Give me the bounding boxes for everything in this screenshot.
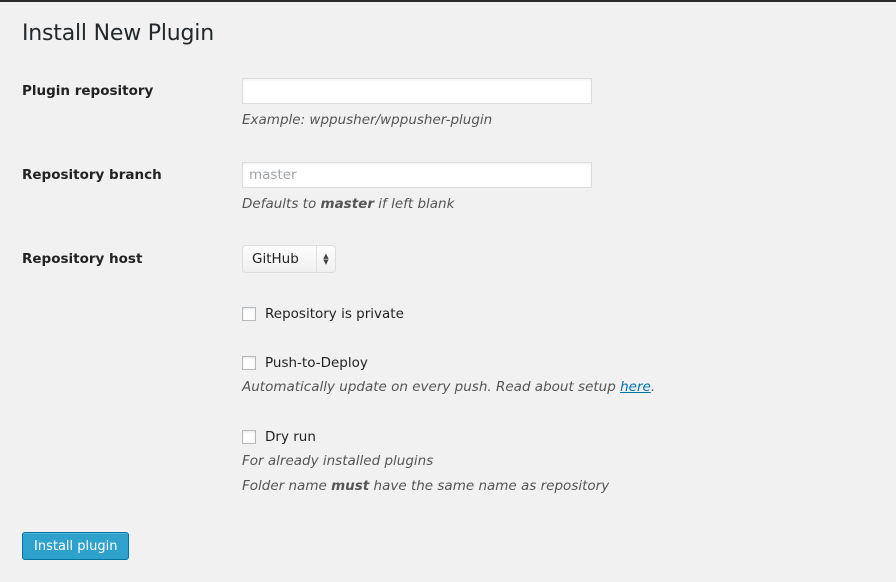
branch-description-prefix: Defaults to	[242, 196, 321, 212]
repository-host-label: Repository host	[22, 251, 143, 267]
page-title: Install New Plugin	[22, 21, 214, 46]
install-plugin-button[interactable]: Install plugin	[22, 532, 130, 560]
repository-branch-label: Repository branch	[22, 167, 162, 183]
up-down-arrows-icon: ▲ ▼	[316, 246, 335, 272]
dry-run-option[interactable]: Dry run	[242, 429, 316, 445]
dry-run-label: Dry run	[265, 429, 316, 445]
repository-private-option[interactable]: Repository is private	[242, 306, 404, 322]
dry-run-desc2-suffix: have the same name as repository	[369, 478, 610, 494]
plugin-repository-input[interactable]	[242, 78, 592, 104]
dry-run-description-1: For already installed plugins	[242, 453, 434, 469]
branch-description-bold: master	[320, 196, 374, 212]
push-description-suffix: .	[650, 379, 656, 395]
dry-run-desc2-bold: must	[331, 478, 370, 494]
repository-branch-input[interactable]	[242, 162, 592, 188]
repository-private-label: Repository is private	[265, 306, 404, 322]
push-description-prefix: Automatically update on every push. Read…	[242, 379, 621, 395]
repository-private-checkbox[interactable]	[242, 307, 256, 321]
push-to-deploy-label: Push-to-Deploy	[265, 355, 368, 371]
repository-branch-description: Defaults to master if left blank	[242, 196, 454, 212]
push-to-deploy-description: Automatically update on every push. Read…	[242, 379, 655, 395]
dry-run-description-2: Folder name must have the same name as r…	[242, 478, 609, 494]
push-to-deploy-option[interactable]: Push-to-Deploy	[242, 355, 368, 371]
plugin-repository-description: Example: wppusher/wppusher-plugin	[242, 112, 493, 128]
repository-host-select[interactable]: GitHub ▲ ▼	[242, 245, 336, 273]
dry-run-checkbox[interactable]	[242, 430, 256, 444]
push-to-deploy-checkbox[interactable]	[242, 356, 256, 370]
plugin-repository-label: Plugin repository	[22, 83, 154, 99]
setup-here-link[interactable]: here	[620, 379, 651, 395]
repository-host-value: GitHub	[252, 251, 299, 267]
dry-run-desc2-prefix: Folder name	[242, 478, 332, 494]
branch-description-suffix: if left blank	[373, 196, 455, 212]
